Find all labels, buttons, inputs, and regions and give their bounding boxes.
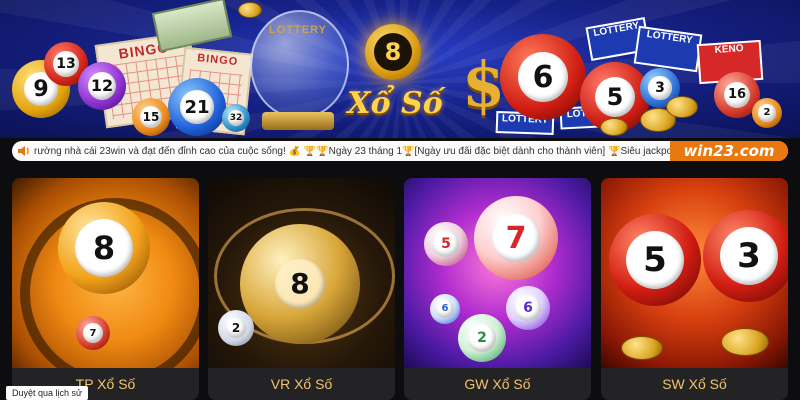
ball-number: 5 (594, 76, 636, 118)
ball-number: 3 (719, 226, 779, 286)
game-card-tp[interactable]: 8 7 TP Xổ Số (12, 178, 199, 400)
lottery-ball: 32 (222, 104, 250, 132)
gold-coin-icon (238, 2, 262, 18)
speaker-icon (12, 141, 34, 161)
game-card-vr[interactable]: 8 2 VR Xổ Số (208, 178, 395, 400)
gold-coin-icon (621, 336, 663, 360)
lottery-ball: 5 (424, 222, 468, 266)
ticket-label: KENO (714, 43, 744, 57)
ball-number: 6 (518, 52, 568, 102)
ball-number: 2 (225, 317, 247, 339)
lottery-ball: 5 (609, 214, 701, 306)
game-label-bar: VR Xổ Số (208, 368, 395, 400)
lottery-ball: 2 (752, 98, 782, 128)
lottery-ball: 3 (703, 210, 788, 302)
game-art-vr: 8 2 (208, 178, 395, 368)
history-button[interactable]: Duyệt qua lịch sử (6, 386, 89, 400)
ball-number: 3 (648, 76, 672, 100)
game-card-gw[interactable]: 7 5 6 2 6 GW Xổ Số (404, 178, 591, 400)
ball-number: 7 (83, 323, 103, 343)
ticket-label: LOTTERY (645, 28, 694, 47)
game-art-gw: 7 5 6 2 6 (404, 178, 591, 368)
ball-number: 8 (274, 258, 326, 310)
lottery-badge: 8 (365, 24, 421, 80)
ball-number: 13 (53, 51, 79, 77)
ball-number: 5 (625, 230, 685, 290)
marquee-text: rường nhà cái 23win và đạt đến đỉnh cao … (34, 145, 670, 157)
gold-coin-icon (721, 328, 769, 356)
dollar-sign-icon: $ (462, 48, 506, 121)
game-label: GW Xổ Số (464, 376, 531, 392)
bingo-card-2-title: BINGO (196, 52, 239, 69)
game-art-tp: 8 7 (12, 178, 199, 368)
lottery-ball: 7 (76, 316, 110, 350)
gold-coin-icon (600, 118, 628, 136)
announcement-marquee: rường nhà cái 23win và đạt đến đỉnh cao … (12, 141, 788, 161)
game-label-bar: SW Xổ Số (601, 368, 788, 400)
lottery-ball: 12 (78, 62, 126, 110)
hero-banner: BINGO BINGO 9 13 12 21 15 32 LOTTERY 8 X… (0, 0, 800, 138)
game-label: VR Xổ Số (270, 376, 333, 392)
ball-number: 6 (436, 300, 454, 318)
banner-title: Xổ Số (347, 86, 443, 121)
gold-coin-icon (666, 96, 698, 118)
ball-number: 12 (88, 72, 116, 100)
lottery-ball: 8 (240, 224, 360, 344)
ball-number: 2 (758, 104, 776, 122)
lottery-ball: 7 (474, 196, 558, 280)
ball-number: 15 (139, 105, 163, 129)
lottery-globe-stand (262, 112, 334, 130)
game-label-bar: GW Xổ Số (404, 368, 591, 400)
ball-number: 21 (180, 90, 214, 124)
lottery-ball: 15 (132, 98, 170, 136)
game-card-sw[interactable]: 5 3 SW Xổ Số (601, 178, 788, 400)
brand-logo[interactable]: win23.com (670, 141, 788, 161)
game-art-sw: 5 3 (601, 178, 788, 368)
badge-number: 8 (374, 33, 412, 71)
lottery-ball: 8 (58, 202, 150, 294)
lottery-ball: 6 (506, 286, 550, 330)
lottery-ball: 6 (500, 34, 586, 120)
ball-number: 7 (491, 213, 541, 263)
lottery-ball: 21 (168, 78, 226, 136)
ball-number: 32 (227, 109, 245, 127)
ball-number: 2 (468, 324, 496, 352)
lottery-ball: 2 (218, 310, 254, 346)
lottery-ball: 2 (458, 314, 506, 362)
ball-number: 6 (515, 295, 541, 321)
game-label: SW Xổ Số (662, 376, 727, 392)
ball-number: 5 (433, 231, 459, 257)
lottery-globe-label: LOTTERY (269, 24, 327, 36)
ball-number: 8 (74, 218, 134, 278)
ball-number: 16 (723, 81, 751, 109)
lottery-ball: 6 (430, 294, 460, 324)
